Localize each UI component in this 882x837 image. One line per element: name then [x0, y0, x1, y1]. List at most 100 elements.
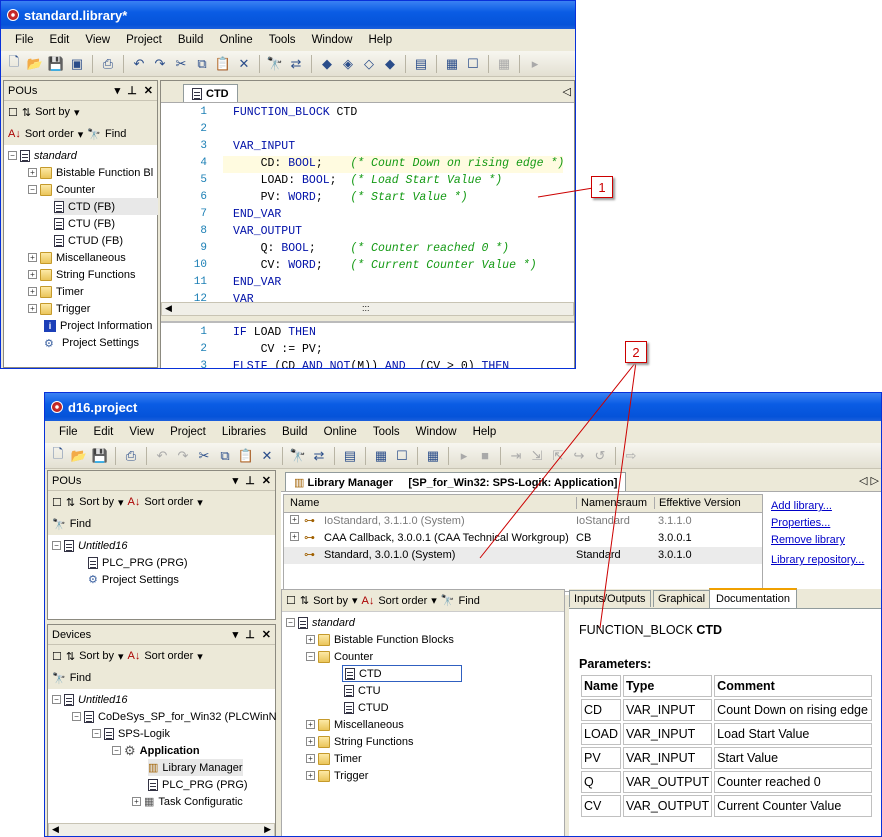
find-icon[interactable]: 🔭 [266, 55, 284, 73]
chevron-down-icon[interactable]: ▾ [197, 496, 203, 509]
tree-item[interactable]: + Bistable Function Blocks [306, 631, 454, 648]
properties-icon[interactable]: ☐ [8, 106, 18, 119]
tree-item[interactable]: ⚙ Project Settings [44, 334, 139, 351]
code-line[interactable]: VAR_INPUT [233, 140, 295, 153]
menu-file[interactable]: File [51, 426, 86, 438]
cut-icon[interactable]: ✂ [172, 55, 190, 73]
new-icon[interactable]: 🗋 [49, 446, 67, 465]
code-line[interactable]: PV: WORD; (* Start Value *) [233, 191, 468, 204]
library-row[interactable]: + ⊶ IoStandard, 3.1.1.0 (System) IoStandard… [284, 513, 762, 530]
sort-by-button[interactable]: Sort by [35, 106, 70, 118]
breakpoint-add-icon[interactable]: ◈ [339, 55, 357, 73]
open-icon[interactable]: 📂 [70, 447, 88, 465]
tree-root[interactable]: − standard [286, 614, 355, 631]
sort-by-button[interactable]: Sort by [79, 496, 114, 508]
code-line[interactable]: FUNCTION_BLOCK CTD [233, 106, 357, 119]
step-out-icon[interactable]: ⇱ [549, 447, 567, 465]
insert-icon[interactable]: ▦ [443, 55, 461, 73]
run-icon[interactable]: ▸ [526, 55, 544, 73]
save-icon[interactable]: 💾 [47, 55, 65, 73]
chevron-down-icon[interactable]: ▾ [197, 650, 203, 663]
tree-item-selected[interactable]: ▥ Library Manager [148, 759, 243, 776]
delete-icon[interactable]: ✕ [235, 55, 253, 73]
breakpoint-icon[interactable]: ◆ [318, 55, 336, 73]
menu-tools[interactable]: Tools [261, 34, 304, 46]
pin-icon[interactable]: ⊥ [127, 85, 137, 97]
undo-icon[interactable]: ↶ [130, 55, 148, 73]
tree-item[interactable]: PLC_PRG (PRG) [88, 554, 188, 571]
replace-icon[interactable]: ⇄ [310, 447, 328, 465]
code-editor-top[interactable]: 1 FUNCTION_BLOCK CTD 2 3 VAR_INPUT 4 CD: BOOL… [161, 102, 574, 306]
sort-by-button[interactable]: Sort by [313, 595, 348, 607]
remove-library-link[interactable]: Remove library [771, 534, 845, 546]
tree-item[interactable]: + ▦ Task Configuratic [132, 793, 243, 810]
tree-item[interactable]: + Timer [28, 283, 84, 300]
code-line[interactable]: VAR [233, 293, 254, 306]
menu-help[interactable]: Help [465, 426, 505, 438]
tree-root[interactable]: − Untitled16 [52, 691, 128, 708]
code-line[interactable]: IF LOAD THEN [233, 326, 316, 339]
delete-icon[interactable]: ✕ [258, 447, 276, 465]
tree-item[interactable]: − Counter [306, 648, 373, 665]
step-over-icon[interactable]: ↪ [570, 447, 588, 465]
stop-icon[interactable]: ■ [476, 447, 494, 465]
properties-icon[interactable]: ☐ [464, 55, 482, 73]
copy-icon[interactable]: ⧉ [216, 447, 234, 465]
tree-item[interactable]: + Bistable Function Bl [28, 164, 153, 181]
tree-root[interactable]: − Untitled16 [52, 537, 128, 554]
menu-edit[interactable]: Edit [42, 34, 78, 46]
code-line[interactable]: VAR_OUTPUT [233, 225, 302, 238]
forward-icon[interactable]: ⇨ [622, 447, 640, 465]
step-into-icon[interactable]: ⇲ [528, 447, 546, 465]
properties-icon[interactable]: ☐ [52, 650, 62, 663]
insert-icon[interactable]: ▦ [372, 447, 390, 465]
cut-icon[interactable]: ✂ [195, 447, 213, 465]
breakpoint-remove-icon[interactable]: ◇ [360, 55, 378, 73]
code-line[interactable]: CD: BOOL; (* Count Down on rising edge *… [233, 157, 565, 170]
window-icon[interactable]: ▤ [341, 447, 359, 465]
replace-icon[interactable]: ⇄ [287, 55, 305, 73]
find-button[interactable]: Find [70, 518, 91, 530]
menu-online[interactable]: Online [316, 426, 365, 438]
code-line[interactable]: LOAD: BOOL; (* Load Start Value *) [233, 174, 503, 187]
chevron-down-icon[interactable]: ▾ [118, 496, 124, 509]
tree-item[interactable]: − CoDeSys_SP_for_Win32 (PLCWinN [72, 708, 277, 725]
find-button[interactable]: Find [105, 128, 126, 140]
tab-documentation[interactable]: Documentation [709, 588, 797, 608]
chevron-down-icon[interactable]: ▾ [118, 650, 124, 663]
close-icon[interactable]: ✕ [144, 85, 153, 97]
menu-online[interactable]: Online [211, 34, 260, 46]
chevron-down-icon[interactable]: ▾ [352, 594, 358, 607]
code-line[interactable]: Q: BOOL; (* Counter reached 0 *) [233, 242, 509, 255]
grid-icon[interactable]: ▦ [495, 55, 513, 73]
tree-item[interactable]: + String Functions [28, 266, 135, 283]
close-icon[interactable]: ✕ [262, 629, 271, 641]
sort-order-button[interactable]: Sort order [144, 650, 193, 662]
library-repository-link[interactable]: Library repository... [771, 554, 864, 566]
sort-order-button[interactable]: Sort order [25, 128, 74, 140]
properties-icon[interactable]: ☐ [393, 447, 411, 465]
menu-tools[interactable]: Tools [365, 426, 408, 438]
tree-root[interactable]: − standard [8, 147, 77, 164]
redo-icon[interactable]: ↷ [174, 447, 192, 465]
tree-item[interactable]: − Counter [28, 181, 95, 198]
dropdown-icon[interactable]: ▾ [115, 85, 121, 97]
menu-help[interactable]: Help [360, 34, 400, 46]
menu-file[interactable]: File [7, 34, 42, 46]
tree-item-selected[interactable]: CTD [342, 665, 462, 682]
sort-order-button[interactable]: Sort order [378, 595, 427, 607]
code-editor-bottom[interactable]: 1 IF LOAD THEN 2 CV := PV; 3 ELSIF (CD AND N… [161, 321, 574, 368]
menu-edit[interactable]: Edit [86, 426, 122, 438]
open-icon[interactable]: 📂 [26, 55, 44, 73]
dropdown-icon[interactable]: ▾ [233, 475, 239, 487]
code-line[interactable]: END_VAR [233, 276, 281, 289]
tree-item[interactable]: + Miscellaneous [306, 716, 404, 733]
print-icon[interactable]: ⎙ [99, 55, 117, 73]
tree-item-selected[interactable]: CTD (FB) [54, 198, 158, 215]
step-icon[interactable]: ⇥ [507, 447, 525, 465]
undo-icon[interactable]: ↶ [153, 447, 171, 465]
menu-window[interactable]: Window [408, 426, 465, 438]
horizontal-scrollbar[interactable]: ◀ ▶ [48, 823, 275, 836]
close-icon[interactable]: ✕ [262, 475, 271, 487]
menu-project[interactable]: Project [162, 426, 214, 438]
